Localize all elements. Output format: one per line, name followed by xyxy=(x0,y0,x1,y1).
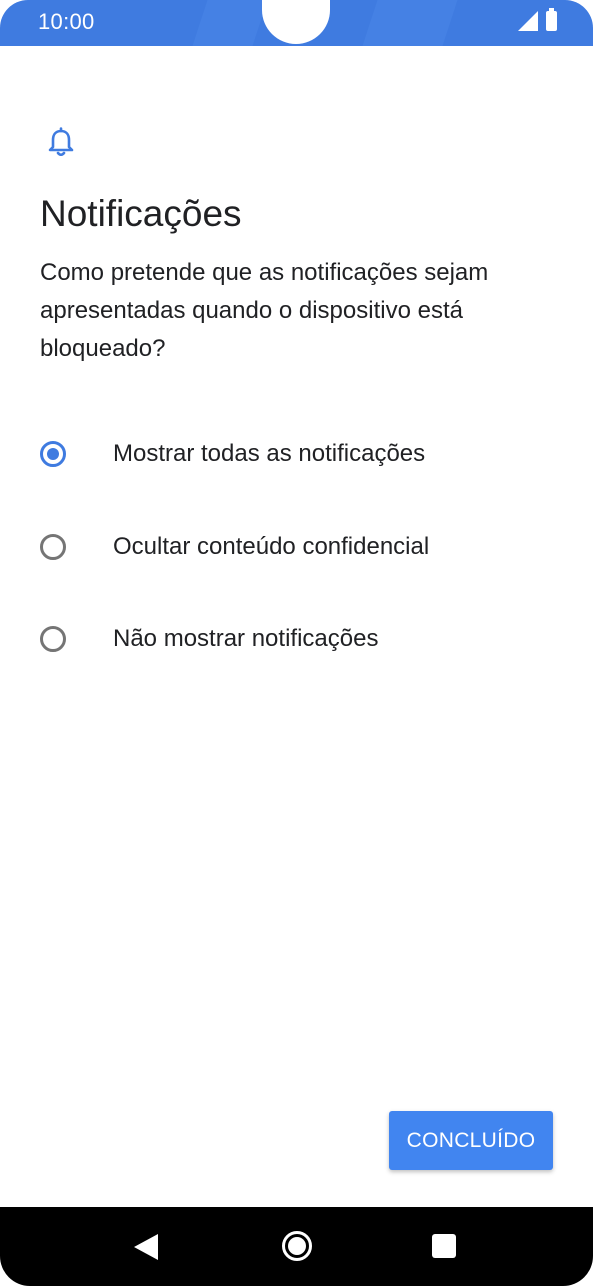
radio-button[interactable] xyxy=(40,534,66,560)
status-time: 10:00 xyxy=(38,9,95,34)
option-label: Mostrar todas as notificações xyxy=(113,440,426,467)
done-button[interactable]: CONCLUÍDO xyxy=(389,1111,553,1170)
recents-icon[interactable] xyxy=(432,1234,456,1258)
option-show-none[interactable]: Não mostrar notificações xyxy=(0,607,593,671)
status-bar-shade xyxy=(362,0,458,46)
navigation-bar xyxy=(0,1207,593,1286)
radio-button-selected[interactable] xyxy=(40,441,66,467)
camera-notch xyxy=(262,0,330,44)
signal-icon xyxy=(518,11,538,31)
radio-button[interactable] xyxy=(40,626,66,652)
back-icon[interactable] xyxy=(134,1234,158,1260)
status-bar-shade xyxy=(192,0,268,46)
page-title: Notificações xyxy=(40,193,242,234)
option-show-all[interactable]: Mostrar todas as notificações xyxy=(0,422,593,486)
home-icon[interactable] xyxy=(282,1231,312,1261)
status-bar: 10:00 xyxy=(0,0,593,46)
status-icons xyxy=(518,8,557,31)
option-label: Não mostrar notificações xyxy=(113,625,379,652)
bell-icon xyxy=(48,127,74,157)
option-hide-sensitive[interactable]: Ocultar conteúdo confidencial xyxy=(0,515,593,579)
battery-icon xyxy=(546,8,557,31)
page-description: Como pretende que as notificações sejam … xyxy=(40,259,489,362)
option-label: Ocultar conteúdo confidencial xyxy=(113,533,430,560)
